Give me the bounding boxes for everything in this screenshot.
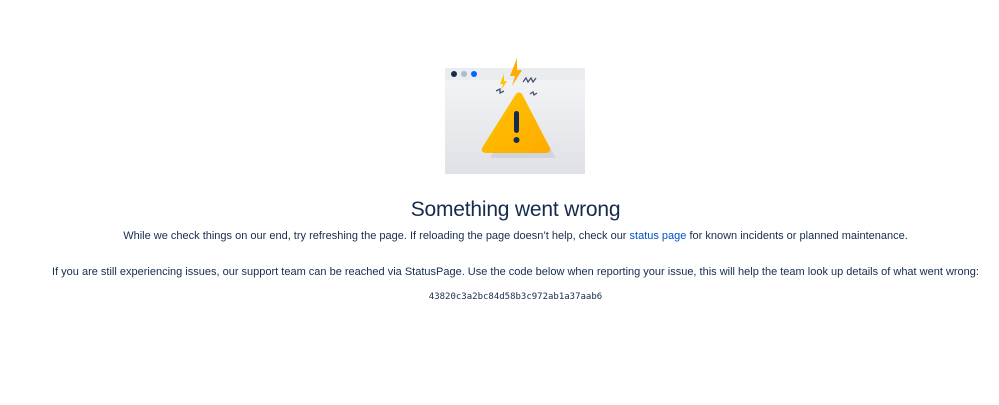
error-code: 43820c3a2bc84d58b3c972ab1a37aab6	[428, 292, 603, 302]
window-dot-blue	[471, 71, 477, 77]
error-title: Something went wrong	[410, 198, 621, 221]
exclamation-bar	[514, 111, 519, 133]
refresh-message: While we check things on our end, try re…	[0, 229, 999, 243]
window-dot-dark	[451, 71, 457, 77]
support-message: If you are still experiencing issues, ou…	[52, 266, 979, 278]
exclamation-dot	[513, 137, 520, 143]
status-page-link[interactable]: status page	[630, 230, 687, 242]
error-page: Something went wrong While we check thin…	[0, 0, 999, 405]
window-dot-grey	[461, 71, 467, 77]
refresh-message-text: While we check things on our end, try re…	[123, 230, 630, 242]
broken-window-warning-icon	[445, 58, 585, 174]
refresh-message-tail: for known incidents or planned maintenan…	[686, 230, 908, 242]
error-illustration	[444, 56, 586, 176]
